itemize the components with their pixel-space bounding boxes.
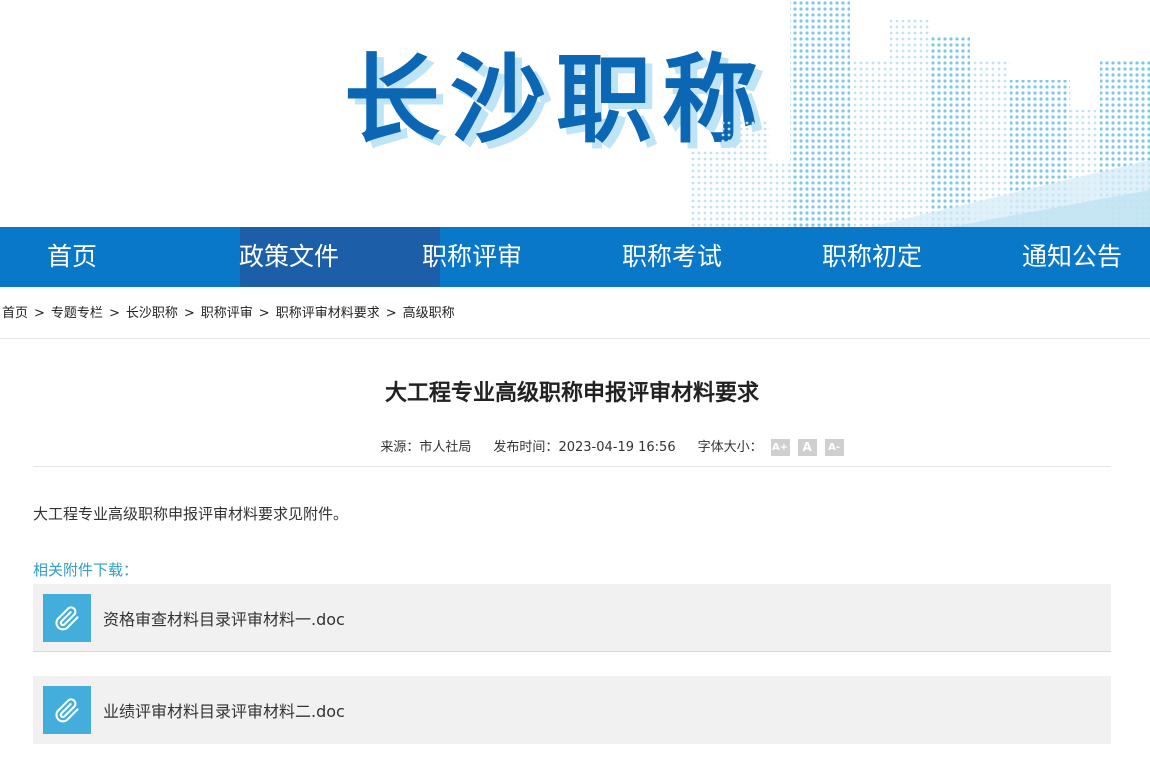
font-increase-button[interactable]: A+: [770, 439, 790, 456]
breadcrumb-home[interactable]: 首页: [2, 306, 28, 321]
font-normal-button[interactable]: A: [797, 439, 817, 456]
nav-item-home[interactable]: 首页: [0, 227, 144, 287]
breadcrumb-special-topics[interactable]: 专题专栏: [51, 306, 103, 321]
breadcrumb-senior-title[interactable]: 高级职称: [403, 306, 455, 321]
site-banner: 长沙职称: [0, 0, 1150, 227]
attachment-name[interactable]: 业绩评审材料目录评审材料二.doc: [103, 698, 345, 722]
attachment-item[interactable]: 资格审查材料目录评审材料一.doc: [33, 584, 1111, 652]
attachments-label: 相关附件下载：: [33, 561, 139, 579]
nav-item-policy-label: 政策文件: [238, 242, 339, 271]
nav-item-exam[interactable]: 职称考试: [600, 227, 744, 287]
nav-item-initial[interactable]: 职称初定: [800, 227, 944, 287]
breadcrumb-changsha-title[interactable]: 长沙职称: [126, 306, 178, 321]
city-skyline-graphic: [690, 0, 1150, 227]
font-size-label: 字体大小：: [697, 440, 763, 455]
article: 大工程专业高级职称申报评审材料要求 来源：市人社局 发布时间：2023-04-19…: [33, 339, 1111, 744]
publish-time-label: 发布时间：: [493, 440, 559, 455]
breadcrumb-separator: >: [258, 306, 270, 321]
breadcrumb-title-review[interactable]: 职称评审: [201, 306, 253, 321]
breadcrumb-separator: >: [385, 306, 397, 321]
breadcrumb-material-requirements[interactable]: 职称评审材料要求: [276, 306, 380, 321]
breadcrumb: 首页 > 专题专栏 > 长沙职称 > 职称评审 > 职称评审材料要求 > 高级职称: [0, 287, 1150, 339]
nav-item-review[interactable]: 职称评审: [400, 227, 544, 287]
publish-time-value: 2023-04-19 16:56: [558, 440, 676, 455]
article-title: 大工程专业高级职称申报评审材料要求: [384, 381, 759, 406]
attachment-item[interactable]: 业绩评审材料目录评审材料二.doc: [33, 676, 1111, 744]
paperclip-icon: [43, 593, 91, 642]
attachment-name[interactable]: 资格审查材料目录评审材料一.doc: [103, 606, 345, 630]
breadcrumb-separator: >: [183, 306, 195, 321]
source-value: 市人社局: [419, 440, 472, 455]
nav-item-notice[interactable]: 通知公告: [1000, 227, 1144, 287]
breadcrumb-separator: >: [108, 306, 120, 321]
paperclip-icon: [43, 686, 91, 734]
breadcrumb-separator: >: [34, 306, 45, 321]
font-decrease-button[interactable]: A-: [824, 439, 844, 456]
main-nav: 首页 政策文件 职称评审 职称考试 职称初定 通知公告: [0, 227, 1150, 287]
article-meta: 来源：市人社局 发布时间：2023-04-19 16:56 字体大小： A+ A A-: [33, 429, 1111, 467]
article-body: 大工程专业高级职称申报评审材料要求见附件。: [33, 505, 349, 523]
source-label: 来源：: [380, 440, 420, 455]
